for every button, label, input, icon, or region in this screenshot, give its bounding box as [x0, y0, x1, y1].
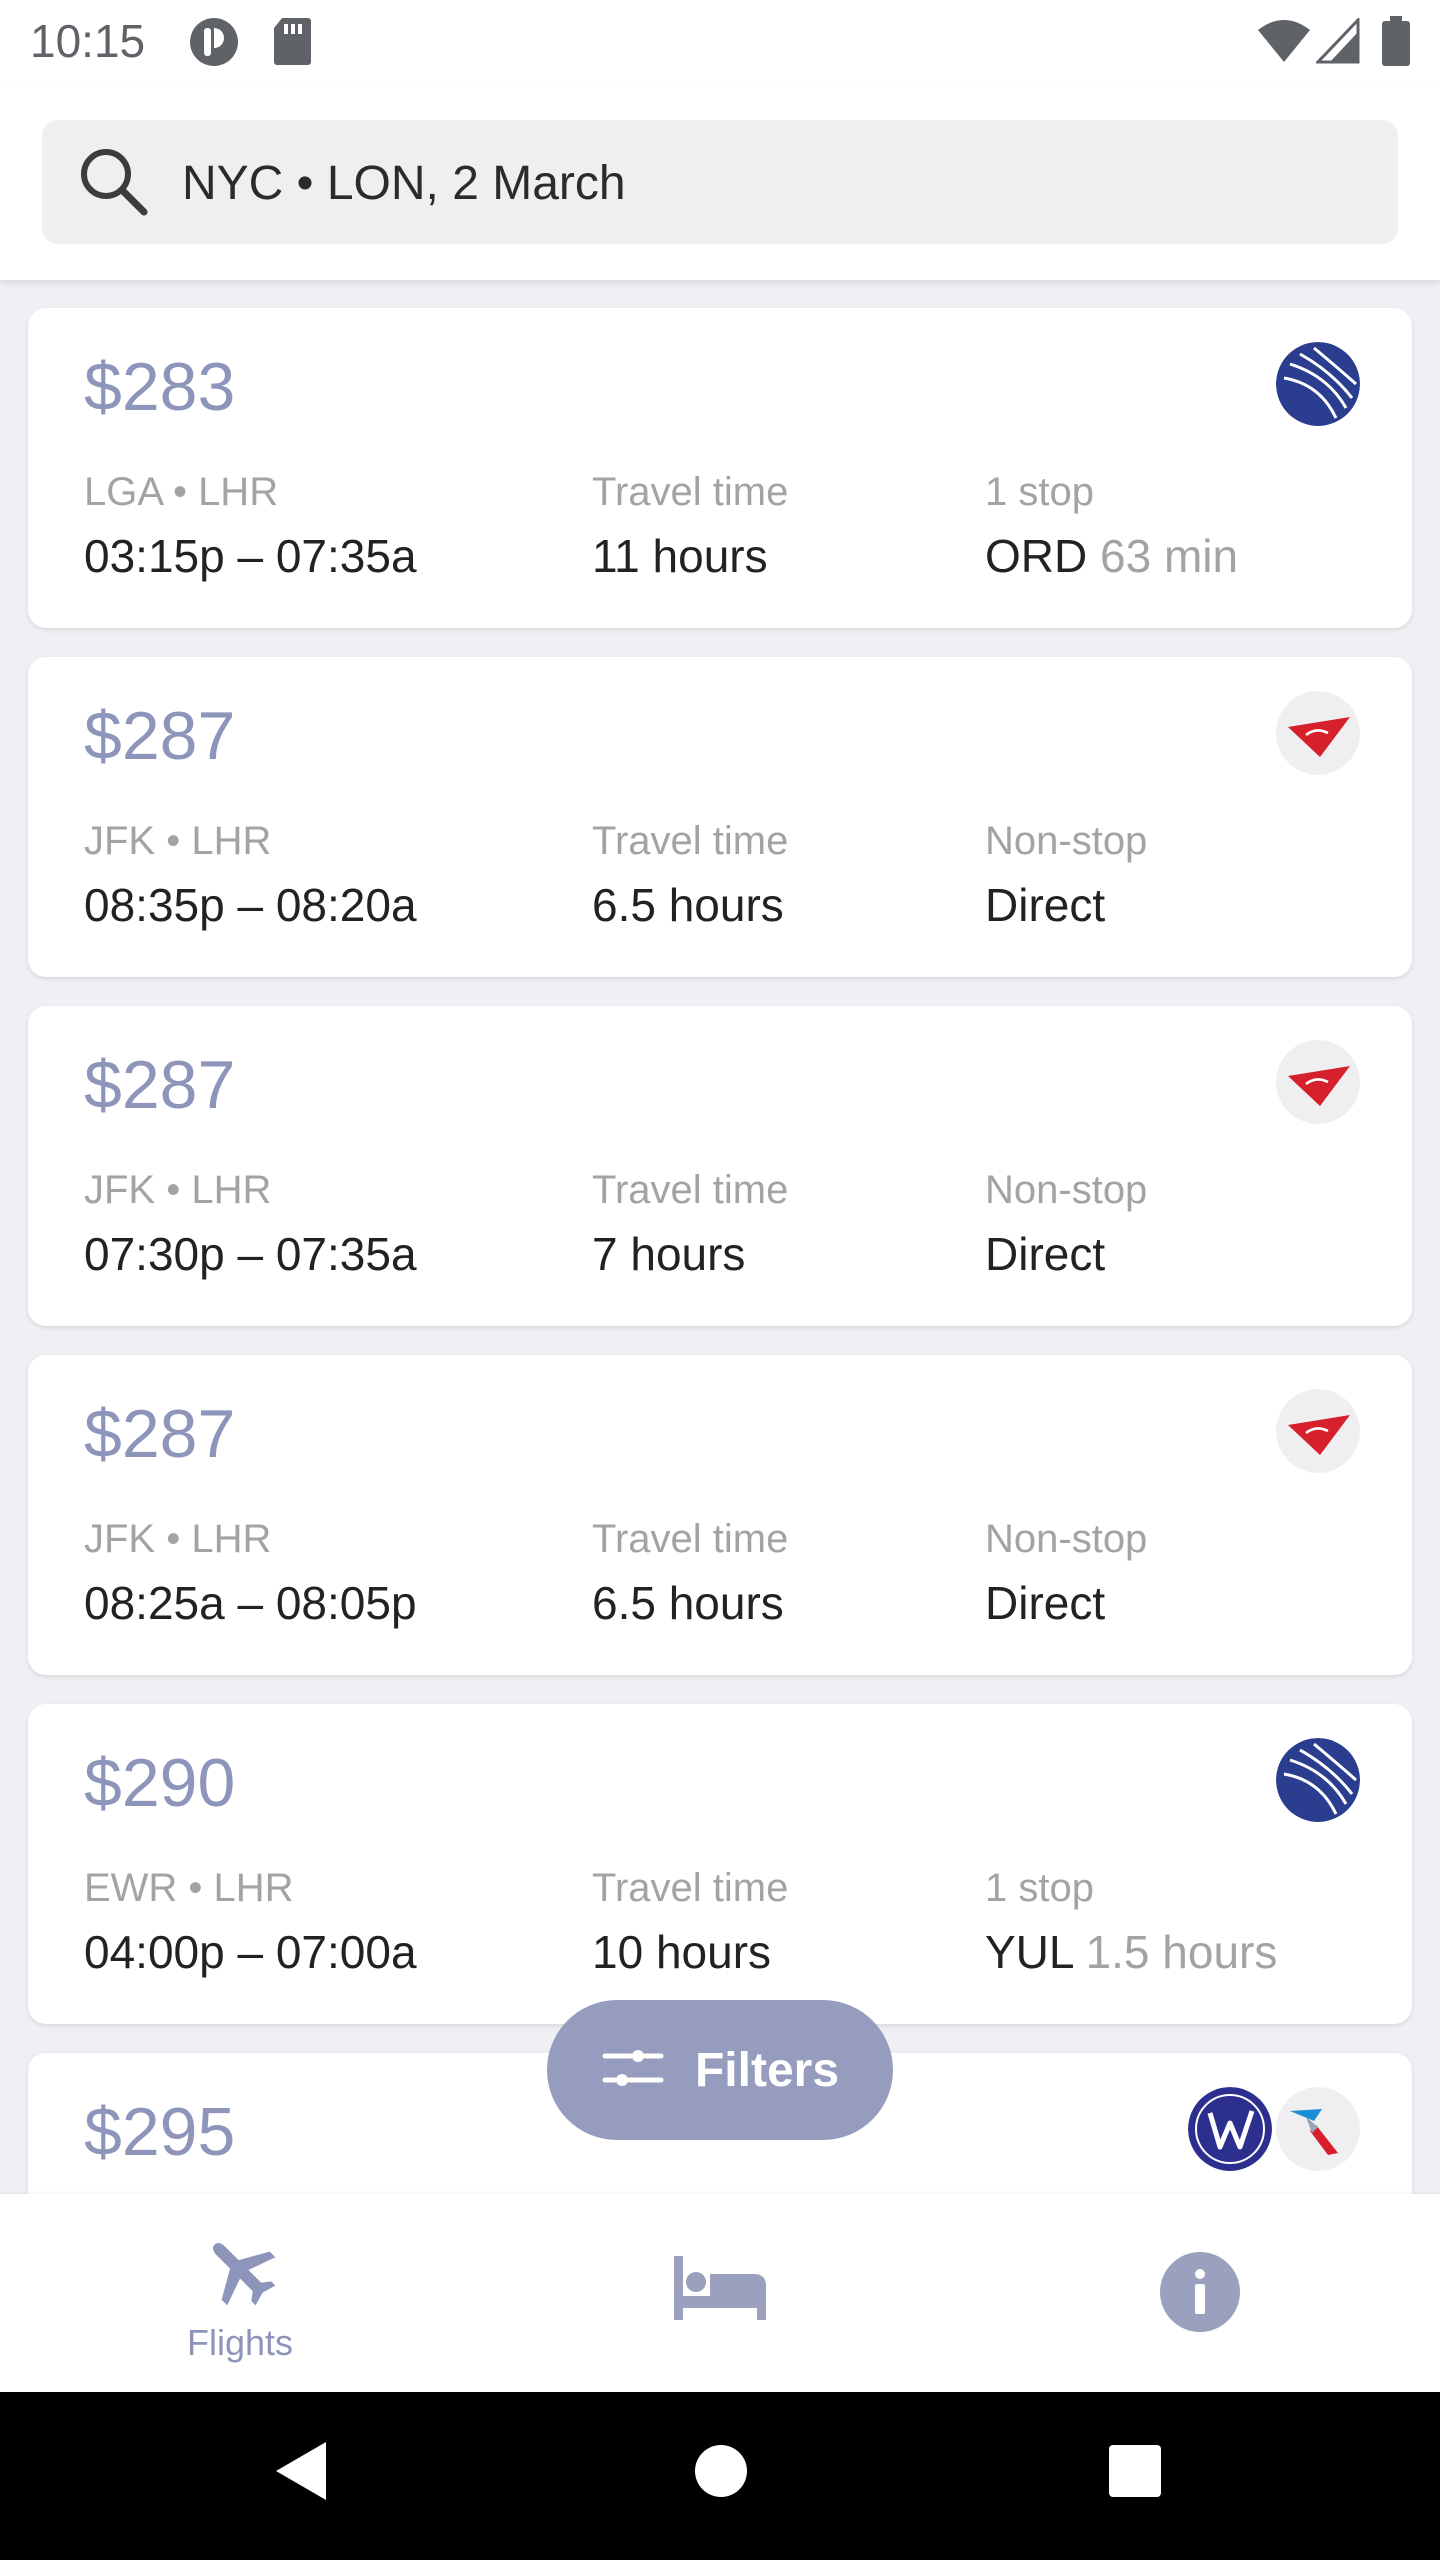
bottom-navigation: Flights — [0, 2194, 1440, 2392]
flight-card[interactable]: $283 LGA • LHR 03:15p – 07:35a Travel tim… — [28, 308, 1412, 628]
recents-icon[interactable] — [1108, 2444, 1162, 2503]
stops-label: Non-stop — [985, 1517, 1148, 1561]
flight-price: $295 — [84, 2094, 236, 2170]
home-icon[interactable] — [694, 2444, 748, 2503]
signal-icon — [1314, 16, 1360, 69]
travel-time-value: 11 hours — [592, 530, 768, 582]
flight-price: $287 — [84, 1396, 236, 1472]
flight-route: JFK • LHR — [84, 1168, 272, 1212]
nav-info-tab[interactable] — [960, 2194, 1440, 2392]
flight-times: 08:25a – 08:05p — [84, 1577, 417, 1629]
flight-card[interactable]: $287 JFK • LHR 08:25a – 08:05p Travel tim… — [28, 1355, 1412, 1675]
stops-label: Non-stop — [985, 819, 1148, 863]
virgin-logo-icon — [1276, 1040, 1360, 1124]
flight-times: 03:15p – 07:35a — [84, 530, 417, 582]
flight-route: JFK • LHR — [84, 1517, 272, 1561]
american-logo-icon — [1276, 2087, 1360, 2171]
stops-label: 1 stop — [985, 470, 1094, 514]
info-icon — [1158, 2250, 1242, 2339]
flight-list[interactable]: $283 LGA • LHR 03:15p – 07:35a Travel tim… — [0, 280, 1440, 2194]
flight-card[interactable]: $287 JFK • LHR 07:30p – 07:35a Travel tim… — [28, 1006, 1412, 1326]
flight-times: 07:30p – 07:35a — [84, 1228, 417, 1280]
flight-route: EWR • LHR — [84, 1866, 294, 1910]
nav-flights-tab[interactable]: Flights — [0, 2194, 480, 2392]
travel-time-label: Travel time — [592, 1168, 789, 1212]
flight-route: LGA • LHR — [84, 470, 279, 514]
travel-time-label: Travel time — [592, 819, 789, 863]
united-logo-icon — [1276, 1738, 1360, 1822]
travel-time-value: 6.5 hours — [592, 1577, 784, 1629]
status-time: 10:15 — [30, 15, 146, 67]
travel-time-label: Travel time — [592, 470, 789, 514]
flight-price: $287 — [84, 1047, 236, 1123]
travel-time-label: Travel time — [592, 1866, 789, 1910]
stops-label: 1 stop — [985, 1866, 1094, 1910]
airplane-icon — [200, 2230, 280, 2315]
layover-duration: 63 min — [1100, 530, 1239, 582]
stop-airport: ORD — [985, 530, 1088, 582]
flight-times: 04:00p – 07:00a — [84, 1926, 417, 1978]
flight-card[interactable]: $287 JFK • LHR 08:35p – 08:20a Travel tim… — [28, 657, 1412, 977]
filters-label: Filters — [694, 2043, 840, 2097]
wifi-icon — [1256, 18, 1312, 69]
flight-card[interactable]: $290 EWR • LHR 04:00p – 07:00a Travel tim… — [28, 1704, 1412, 2024]
travel-time-value: 7 hours — [592, 1228, 746, 1280]
travel-time-value: 10 hours — [592, 1926, 772, 1978]
bed-icon — [674, 2252, 766, 2327]
travel-time-label: Travel time — [592, 1517, 789, 1561]
flight-price: $283 — [84, 349, 236, 425]
search-icon — [76, 144, 152, 225]
nav-hotels-tab[interactable] — [480, 2194, 960, 2392]
search-bar[interactable]: NYC • LON, 2 March — [42, 120, 1398, 244]
flight-route: JFK • LHR — [84, 819, 272, 863]
travel-time-value: 6.5 hours — [592, 879, 784, 931]
virgin-logo-icon — [1276, 691, 1360, 775]
filter-sliders-icon — [601, 2046, 665, 2095]
stop-airport: YUL — [985, 1926, 1073, 1978]
wow-logo-icon — [1188, 2087, 1272, 2171]
app-notification-icon — [188, 16, 240, 73]
united-logo-icon — [1276, 342, 1360, 426]
back-icon[interactable] — [270, 2436, 330, 2511]
stop-value: Direct — [985, 1228, 1106, 1280]
filters-button[interactable]: Filters — [547, 2000, 893, 2140]
nav-flights-label: Flights — [186, 2322, 294, 2363]
stop-value: Direct — [985, 879, 1106, 931]
search-header: NYC • LON, 2 March — [0, 84, 1440, 280]
flight-price: $290 — [84, 1745, 236, 1821]
flight-price: $287 — [84, 698, 236, 774]
virgin-logo-icon — [1276, 1389, 1360, 1473]
stops-label: Non-stop — [985, 1168, 1148, 1212]
search-query: NYC • LON, 2 March — [182, 157, 626, 210]
flight-times: 08:35p – 08:20a — [84, 879, 417, 931]
layover-duration: 1.5 hours — [1085, 1926, 1278, 1978]
stop-value: Direct — [985, 1577, 1106, 1629]
system-navigation-bar — [0, 2392, 1440, 2560]
sd-card-icon — [272, 16, 312, 71]
status-bar: 10:15 — [0, 0, 1440, 84]
battery-icon — [1382, 16, 1410, 71]
